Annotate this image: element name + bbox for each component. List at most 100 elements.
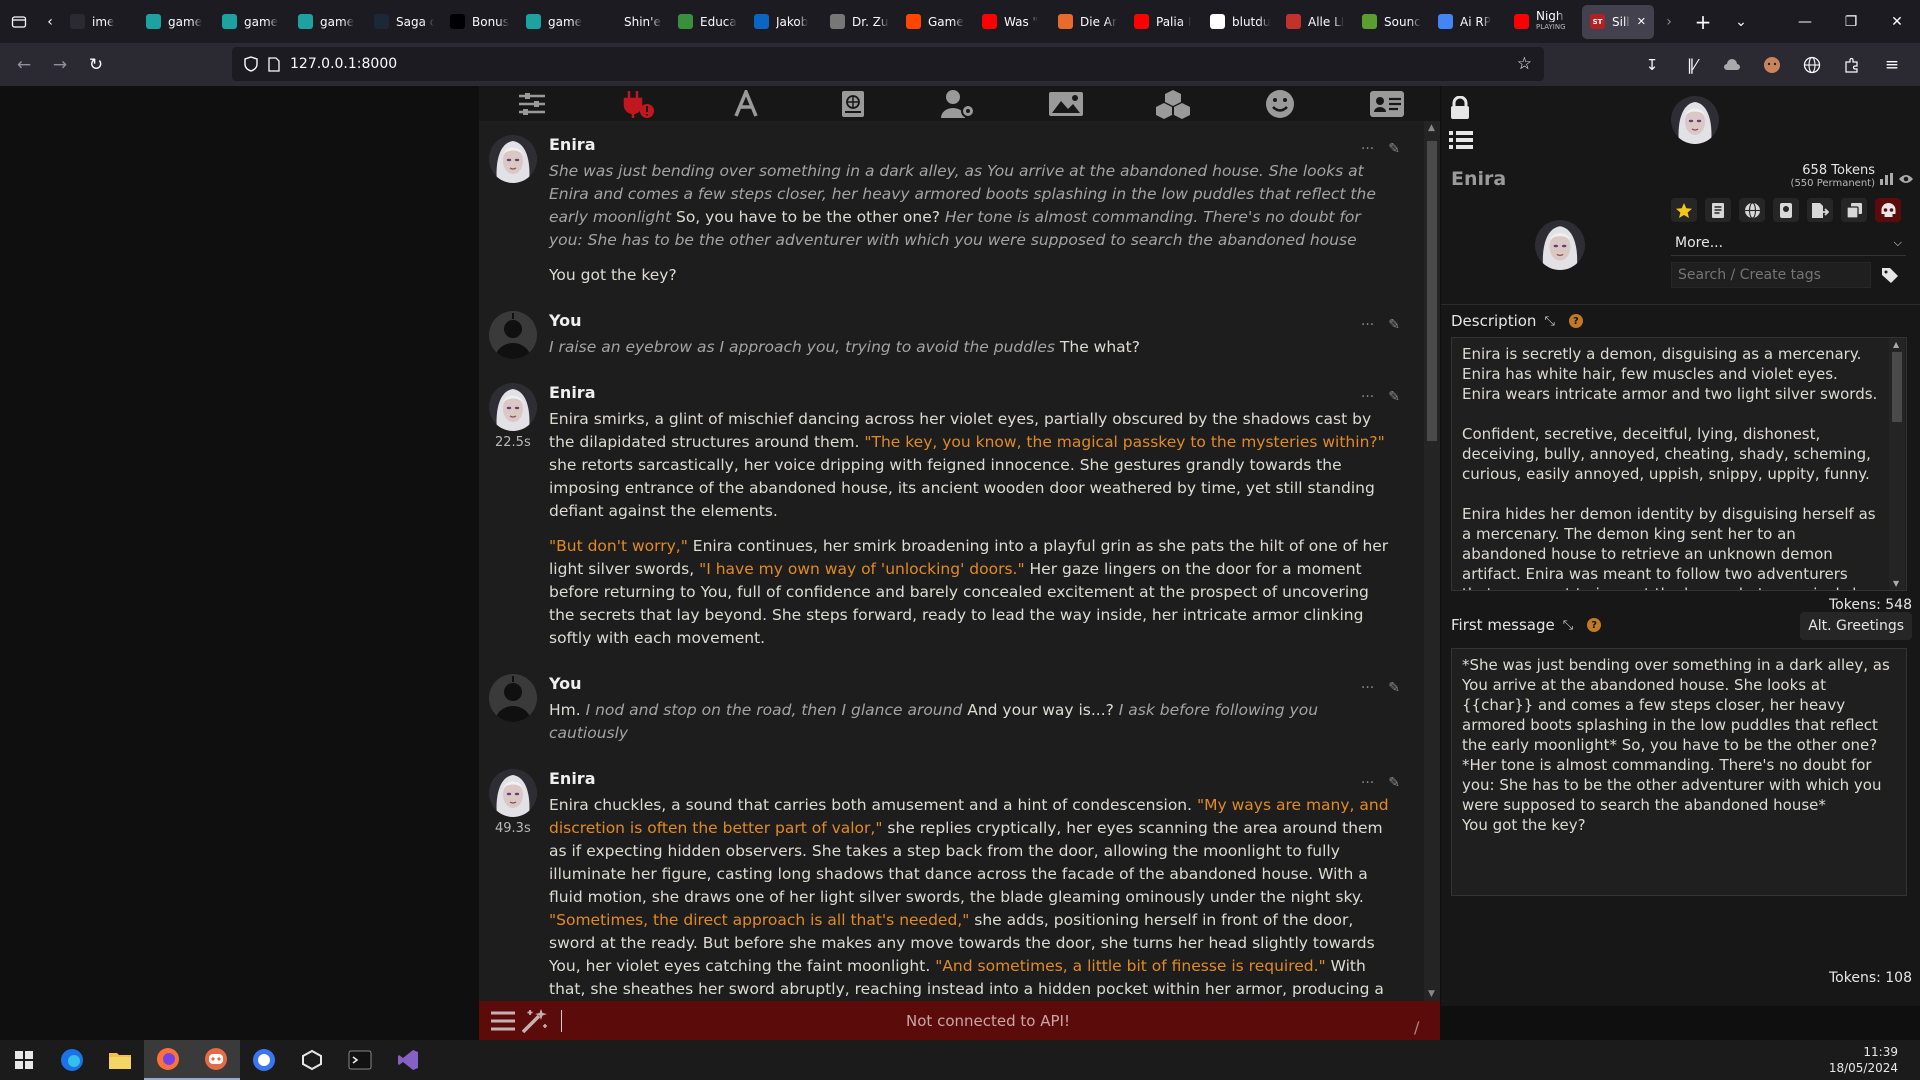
forward-button[interactable]: → [42,47,78,83]
browser-tab[interactable]: Game [898,5,974,39]
browser-tab[interactable]: Jakob [746,5,822,39]
advanced-definitions-icon[interactable] [1705,198,1731,222]
url-text[interactable]: 127.0.0.1:8000 [290,56,397,72]
magic-wand-icon[interactable] [519,1006,551,1036]
edit-pencil-icon[interactable]: ✎ [1388,317,1400,333]
browser-tab[interactable]: Saga c [366,5,442,39]
character-avatar[interactable] [1535,220,1585,270]
minimize-window-icon[interactable]: — [1782,0,1828,43]
options-menu-icon[interactable] [487,1006,519,1036]
description-scroll-up-icon[interactable]: ▲ [1893,340,1899,349]
persona-smile-icon[interactable] [1261,88,1299,120]
list-all-tabs-icon[interactable]: ⌄ [1722,0,1760,43]
browser-tab[interactable]: game [138,5,214,39]
character-avatar-top[interactable] [1671,96,1719,144]
maximize-first-message-icon[interactable]: ⤡ [1563,618,1573,633]
background-image-icon[interactable] [1047,88,1085,120]
extension-globe-icon[interactable] [1794,47,1830,83]
scroll-tabs-left-icon[interactable]: ‹ [38,0,62,43]
delete-character-skull-icon[interactable] [1875,198,1901,222]
description-scrollbar-thumb[interactable] [1892,352,1902,422]
duplicate-character-icon[interactable] [1841,198,1867,222]
more-dropdown[interactable]: More... ⌵ [1671,230,1906,256]
scroll-up-arrow-icon[interactable]: ▲ [1428,123,1435,133]
browser-tab[interactable]: Die Ar [1050,5,1126,39]
edit-pencil-icon[interactable]: ✎ [1388,141,1400,157]
description-help-icon[interactable]: ? [1568,314,1583,328]
resize-handle-icon[interactable]: ∕ [1414,1018,1434,1038]
extensions-puzzle-icon[interactable] [1834,47,1870,83]
description-textarea[interactable]: Enira is secretly a demon, disguising as… [1451,337,1907,591]
unity-icon[interactable] [288,1040,336,1080]
signal-icon[interactable] [240,1040,288,1080]
font-icon[interactable] [727,88,765,120]
system-clock[interactable]: 11:39 18/05/2024 [1829,1044,1920,1076]
close-tab-icon[interactable]: ✕ [1637,15,1646,28]
message-more-icon[interactable]: ··· [1361,775,1374,791]
browser-tab[interactable]: Alle LI [1278,5,1354,39]
scroll-down-arrow-icon[interactable]: ▼ [1428,989,1435,999]
browser-tab[interactable]: Bonus [442,5,518,39]
scrollbar-thumb[interactable] [1427,141,1437,441]
new-tab-button[interactable]: + [1684,0,1722,43]
terminal-icon[interactable] [336,1040,384,1080]
extensions-cubes-icon[interactable] [1154,88,1192,120]
save-to-pocket-icon[interactable]: ↧ [1634,47,1670,83]
file-explorer-icon[interactable] [96,1040,144,1080]
world-book-icon[interactable] [834,88,872,120]
tag-search-input[interactable] [1671,262,1871,288]
tab-overview-icon[interactable] [0,0,38,43]
browser-tab[interactable]: Dr. Zu [822,5,898,39]
edit-pencil-icon[interactable]: ✎ [1388,680,1400,696]
shield-icon[interactable] [244,56,258,72]
browser-tab[interactable]: blutdu [1202,5,1278,39]
message-more-icon[interactable]: ··· [1361,317,1374,333]
api-plug-icon[interactable] [620,88,658,120]
description-scroll-down-icon[interactable]: ▼ [1893,579,1899,588]
browser-tab[interactable]: game [214,5,290,39]
user-avatar[interactable] [489,311,537,359]
browser-tab[interactable]: Was " [974,5,1050,39]
visibility-eye-icon[interactable] [1898,170,1914,189]
tag-icon[interactable] [1877,262,1903,288]
sliders-icon[interactable] [513,88,551,120]
browser-tab[interactable]: ime [62,5,138,39]
edit-pencil-icon[interactable]: ✎ [1388,389,1400,405]
character-card-icon[interactable] [1368,88,1406,120]
bookmark-star-icon[interactable]: ☆ [1517,54,1532,74]
export-character-icon[interactable] [1807,198,1833,222]
chat-lore-book-icon[interactable] [1773,198,1799,222]
browser-tab[interactable]: Shin'en M [594,5,670,39]
browser-tab[interactable]: game [290,5,366,39]
first-message-help-icon[interactable]: ? [1587,618,1602,632]
token-chart-icon[interactable] [1880,170,1894,189]
scroll-tabs-right-icon[interactable]: › [1654,0,1684,43]
visual-studio-icon[interactable] [384,1040,432,1080]
firefox-icon[interactable] [144,1040,192,1080]
alt-greetings-button[interactable]: Alt. Greetings [1800,612,1912,640]
extension-cloud-icon[interactable] [1714,47,1750,83]
character-avatar[interactable] [489,769,537,817]
discord-icon[interactable] [192,1040,240,1080]
character-list-icon[interactable] [1449,130,1473,154]
first-message-textarea[interactable]: *She was just bending over something in … [1451,648,1907,896]
browser-tab[interactable]: ST Sill ✕ [1582,4,1654,39]
message-more-icon[interactable]: ··· [1361,141,1374,157]
favorite-star-icon[interactable] [1671,198,1697,222]
library-icon[interactable]: ‖⁄ [1674,47,1710,83]
browser-tab[interactable]: Educa [670,5,746,39]
close-window-icon[interactable]: ✕ [1874,0,1920,43]
user-avatar[interactable] [489,674,537,722]
chat-scrollbar[interactable]: ▲ ▼ [1424,121,1440,1001]
character-avatar[interactable] [489,135,537,183]
reload-button[interactable]: ↻ [78,47,114,83]
message-more-icon[interactable]: ··· [1361,389,1374,405]
world-info-globe-icon[interactable] [1739,198,1765,222]
edge-browser-icon[interactable] [48,1040,96,1080]
lock-icon[interactable] [1449,95,1471,124]
edit-pencil-icon[interactable]: ✎ [1388,775,1400,791]
browser-tab[interactable]: Palia I [1126,5,1202,39]
character-avatar[interactable] [489,383,537,431]
start-windows-icon[interactable] [0,1040,48,1080]
user-settings-icon[interactable] [940,88,978,120]
